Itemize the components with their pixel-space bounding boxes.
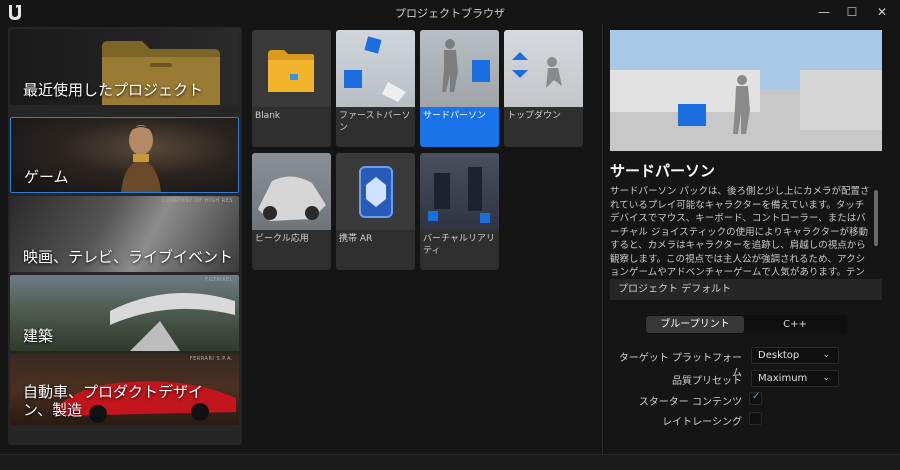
template-handheld-ar[interactable]: 携帯 AR — [336, 153, 415, 270]
vr-preview-image — [428, 167, 490, 223]
footer-bar — [0, 454, 900, 470]
image-credit: COURTESY OF HIGH RES — [162, 198, 233, 204]
dropdown-value: Desktop — [758, 350, 800, 361]
category-automotive-product-design[interactable]: FERRARI S.P.A. 自動車、プロダクトデザイン、製造 — [10, 354, 239, 425]
title-bar: プロジェクトブラウザ — ☐ ✕ — [0, 0, 900, 24]
dropdown-value: Maximum — [758, 373, 808, 384]
template-third-person[interactable]: サードパーソン — [420, 30, 499, 147]
project-defaults-header: プロジェクト デフォルト — [610, 279, 882, 300]
description-scrollbar[interactable] — [874, 190, 878, 246]
character-portrait-image — [121, 125, 161, 192]
category-architecture[interactable]: FILTPIXEL 建築 — [10, 275, 239, 351]
template-preview-image — [610, 30, 882, 151]
category-panel: 最近使用したプロジェクト ゲーム COURTESY OF HIGH RES 映画… — [8, 27, 242, 445]
category-film-tv-live-events[interactable]: COURTESY OF HIGH RES 映画、テレビ、ライブイベント — [10, 196, 239, 272]
template-virtual-reality[interactable]: バーチャルリアリティ — [420, 153, 499, 270]
third-person-preview-image — [442, 39, 490, 92]
cpp-option[interactable]: C++ — [745, 316, 845, 333]
quality-preset-dropdown[interactable]: Maximum ⌄ — [751, 370, 839, 387]
raytracing-label: レイトレーシング — [662, 417, 742, 428]
template-label: バーチャルリアリティ — [423, 234, 495, 256]
panel-divider — [602, 24, 603, 454]
template-label: ファーストパーソン — [339, 111, 411, 133]
template-label: ビークル応用 — [255, 234, 309, 244]
template-label: トップダウン — [507, 111, 562, 121]
template-vehicle-advanced[interactable]: ビークル応用 — [252, 153, 331, 270]
starter-content-label: スターター コンテンツ — [638, 397, 742, 408]
language-toggle: ブループリント C++ — [645, 315, 847, 334]
category-games[interactable]: ゲーム — [10, 117, 239, 193]
phone-ar-icon — [359, 166, 393, 218]
close-button[interactable]: ✕ — [864, 0, 900, 24]
template-label: Blank — [255, 111, 281, 121]
category-label: 映画、テレビ、ライブイベント — [23, 248, 234, 266]
top-down-preview-image — [512, 52, 562, 88]
template-label: サードパーソン — [423, 111, 487, 121]
category-label: 自動車、プロダクトデザイン、製造 — [23, 383, 204, 419]
window-title: プロジェクトブラウザ — [395, 7, 505, 20]
raytracing-checkbox[interactable] — [749, 412, 762, 425]
chevron-down-icon: ⌄ — [822, 350, 830, 360]
category-recent-projects[interactable]: 最近使用したプロジェクト — [10, 29, 239, 105]
image-credit: FILTPIXEL — [205, 277, 233, 283]
template-top-down[interactable]: トップダウン — [504, 30, 583, 147]
vehicle-preview-image — [258, 176, 326, 221]
category-label: ゲーム — [24, 168, 69, 186]
category-label: 建築 — [23, 327, 54, 345]
template-title: サードパーソン — [610, 162, 716, 180]
template-description: サードパーソン パックは、後ろ側と少し上にカメラが配置されているプレイ可能なキャ… — [610, 186, 870, 277]
folder-icon — [268, 50, 314, 92]
chevron-down-icon: ⌄ — [822, 373, 830, 383]
category-label: 最近使用したプロジェクト — [23, 81, 204, 99]
checkmark-icon: ✓ — [752, 391, 761, 402]
template-label: 携帯 AR — [339, 234, 373, 244]
building-image — [110, 293, 235, 351]
template-grid: Blank ファーストパーソン サードパーソン トップダウン ビークル応用 携帯… — [250, 28, 600, 273]
target-platform-dropdown[interactable]: Desktop ⌄ — [751, 347, 839, 364]
image-credit: FERRARI S.P.A. — [189, 356, 233, 362]
template-first-person[interactable]: ファーストパーソン — [336, 30, 415, 147]
first-person-preview-image — [344, 36, 406, 102]
template-blank[interactable]: Blank — [252, 30, 331, 147]
starter-content-checkbox[interactable]: ✓ — [749, 391, 762, 405]
third-person-scene-image — [610, 30, 882, 151]
quality-preset-label: 品質プリセット — [672, 376, 742, 387]
blueprint-option[interactable]: ブループリント — [646, 316, 744, 333]
